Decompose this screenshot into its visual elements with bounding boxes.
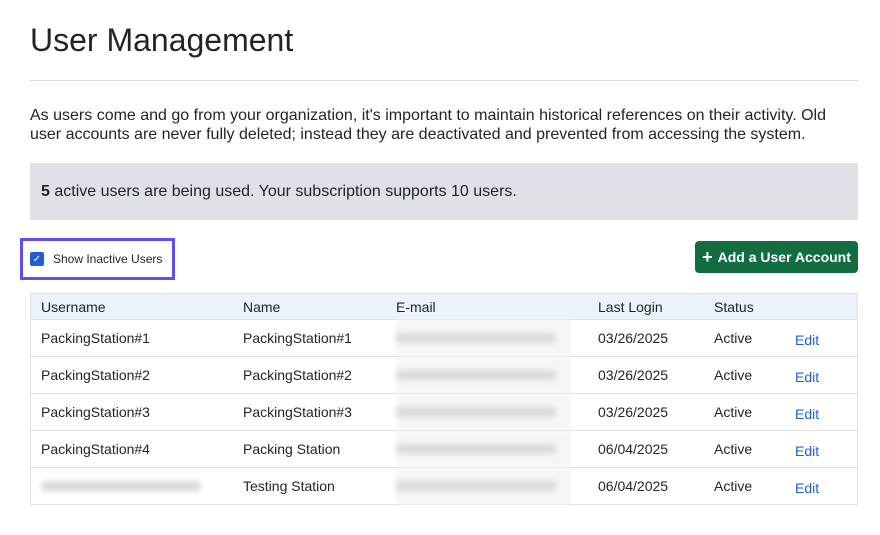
header-last-login: Last Login bbox=[598, 298, 663, 315]
table-row: PackingStation#2 PackingStation#2 03/26/… bbox=[31, 356, 857, 393]
table-row: PackingStation#4 Packing Station 06/04/2… bbox=[31, 430, 857, 467]
show-inactive-label: Show Inactive Users bbox=[53, 252, 163, 266]
page-title: User Management bbox=[30, 22, 294, 58]
cell-username: PackingStation#4 bbox=[41, 441, 150, 457]
subscription-info: 5 active users are being used. Your subs… bbox=[30, 163, 858, 220]
cell-last-login: 06/04/2025 bbox=[598, 441, 669, 457]
plus-icon: + bbox=[702, 246, 713, 267]
cell-name: PackingStation#2 bbox=[243, 367, 352, 383]
edit-link[interactable]: Edit bbox=[795, 443, 819, 459]
cell-email-redacted bbox=[396, 333, 556, 343]
cell-last-login: 06/04/2025 bbox=[598, 478, 669, 494]
cell-status: Active bbox=[714, 367, 753, 383]
table-header: Username Name E-mail Last Login Status bbox=[31, 294, 857, 319]
cell-email-redacted bbox=[396, 370, 556, 380]
cell-name: Packing Station bbox=[243, 441, 341, 457]
users-table: Username Name E-mail Last Login Status P… bbox=[30, 293, 858, 505]
show-inactive-users-checkbox[interactable]: ✓ Show Inactive Users bbox=[20, 238, 175, 280]
cell-username-redacted bbox=[41, 481, 201, 491]
subscription-text: active users are being used. Your subscr… bbox=[49, 183, 517, 200]
cell-email-redacted bbox=[396, 444, 556, 454]
cell-status: Active bbox=[714, 330, 753, 346]
cell-username: PackingStation#1 bbox=[41, 330, 150, 346]
cell-username: PackingStation#2 bbox=[41, 367, 150, 383]
header-status: Status bbox=[714, 298, 754, 315]
table-row: Testing Station 06/04/2025 Active Edit bbox=[31, 467, 857, 504]
cell-name: Testing Station bbox=[243, 478, 335, 494]
table-row: PackingStation#1 PackingStation#1 03/26/… bbox=[31, 319, 857, 356]
header-email: E-mail bbox=[396, 298, 436, 315]
add-user-account-button[interactable]: + Add a User Account bbox=[695, 241, 858, 273]
cell-username: PackingStation#3 bbox=[41, 404, 150, 420]
cell-status: Active bbox=[714, 404, 753, 420]
header-name: Name bbox=[243, 298, 281, 315]
checkbox-checked-icon[interactable]: ✓ bbox=[30, 252, 44, 266]
active-count: 5 bbox=[41, 183, 50, 200]
cell-last-login: 03/26/2025 bbox=[598, 367, 669, 383]
cell-status: Active bbox=[714, 478, 753, 494]
intro-text: As users come and go from your organizat… bbox=[30, 107, 826, 143]
cell-name: PackingStation#3 bbox=[243, 404, 352, 420]
cell-name: PackingStation#1 bbox=[243, 330, 352, 346]
add-user-label: Add a User Account bbox=[717, 249, 851, 265]
edit-link[interactable]: Edit bbox=[795, 369, 819, 385]
cell-status: Active bbox=[714, 441, 753, 457]
cell-last-login: 03/26/2025 bbox=[598, 330, 669, 346]
edit-link[interactable]: Edit bbox=[795, 332, 819, 348]
cell-email-redacted bbox=[396, 481, 556, 491]
header-username: Username bbox=[41, 298, 106, 315]
table-row: PackingStation#3 PackingStation#3 03/26/… bbox=[31, 393, 857, 430]
cell-last-login: 03/26/2025 bbox=[598, 404, 669, 420]
edit-link[interactable]: Edit bbox=[795, 480, 819, 496]
edit-link[interactable]: Edit bbox=[795, 406, 819, 422]
cell-email-redacted bbox=[396, 407, 556, 417]
divider bbox=[30, 80, 858, 81]
